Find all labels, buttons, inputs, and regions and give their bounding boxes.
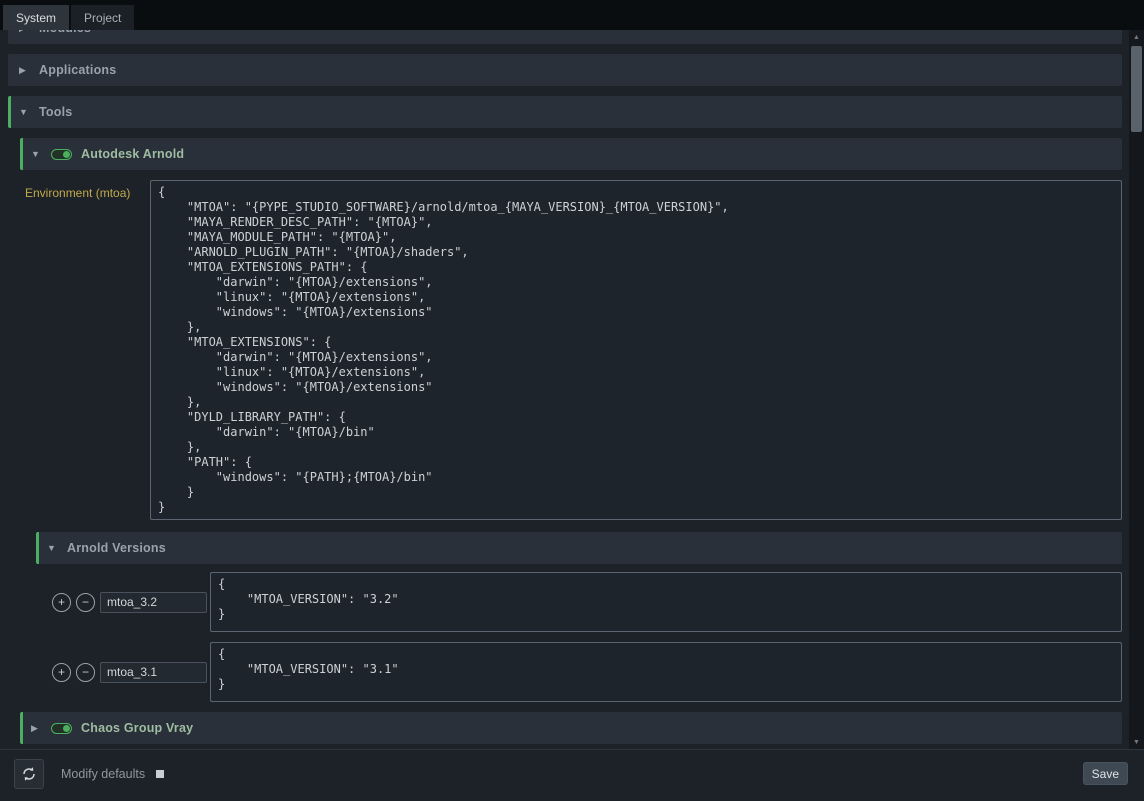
- environment-label: Environment (mtoa): [25, 180, 150, 520]
- group-header-chaos-group-vray[interactable]: ▶ Chaos Group Vray: [20, 712, 1122, 744]
- settings-content: ▶ Modules ▶ Applications ▼ Tools ▼ Autod…: [8, 30, 1122, 749]
- enabled-toggle-icon[interactable]: [51, 723, 72, 734]
- version-name-input[interactable]: [100, 592, 207, 613]
- tab-project[interactable]: Project: [71, 5, 134, 30]
- footer-bar: Modify defaults Save: [0, 749, 1144, 801]
- subsection-title-arnold-versions: Arnold Versions: [67, 541, 166, 555]
- arnold-versions-block: ▼ Arnold Versions + − { "MTOA_VERSION": …: [36, 532, 1122, 702]
- tab-system[interactable]: System: [3, 5, 69, 30]
- section-title-tools: Tools: [39, 105, 72, 119]
- settings-window: System Project ▶ Modules ▶ Applications …: [0, 0, 1144, 801]
- add-version-button[interactable]: +: [52, 593, 71, 612]
- section-header-modules[interactable]: ▶ Modules: [8, 30, 1122, 44]
- version-row-controls: + −: [36, 662, 207, 683]
- collapsed-arrow-icon: ▶: [19, 30, 30, 34]
- main-tab-bar: System Project: [0, 0, 1144, 30]
- vertical-scrollbar[interactable]: ▲ ▼: [1129, 30, 1144, 749]
- section-header-applications[interactable]: ▶ Applications: [8, 54, 1122, 86]
- group-header-autodesk-arnold[interactable]: ▼ Autodesk Arnold: [20, 138, 1122, 170]
- modify-defaults-checkbox[interactable]: [156, 770, 164, 778]
- version-value-textarea[interactable]: { "MTOA_VERSION": "3.1" }: [210, 642, 1122, 702]
- section-header-tools[interactable]: ▼ Tools: [8, 96, 1122, 128]
- version-row: + − { "MTOA_VERSION": "3.1" }: [36, 642, 1122, 702]
- group-title-chaos-group-vray: Chaos Group Vray: [81, 721, 193, 735]
- expanded-arrow-icon: ▼: [31, 149, 42, 159]
- expanded-arrow-icon: ▼: [19, 107, 30, 117]
- version-value-textarea[interactable]: { "MTOA_VERSION": "3.2" }: [210, 572, 1122, 632]
- refresh-button[interactable]: [14, 759, 44, 789]
- section-title-modules: Modules: [39, 30, 91, 35]
- environment-json-textarea[interactable]: { "MTOA": "{PYPE_STUDIO_SOFTWARE}/arnold…: [150, 180, 1122, 520]
- group-title-autodesk-arnold: Autodesk Arnold: [81, 147, 184, 161]
- enabled-toggle-icon[interactable]: [51, 149, 72, 160]
- toggle-knob: [63, 725, 70, 732]
- section-title-applications: Applications: [39, 63, 116, 77]
- version-row: + − { "MTOA_VERSION": "3.2" }: [36, 572, 1122, 632]
- refresh-icon: [21, 766, 37, 782]
- expanded-arrow-icon: ▼: [47, 543, 58, 553]
- version-row-controls: + −: [36, 592, 207, 613]
- scrollbar-thumb[interactable]: [1131, 46, 1142, 132]
- settings-scroll-area: ▶ Modules ▶ Applications ▼ Tools ▼ Autod…: [0, 30, 1144, 749]
- modify-defaults-label: Modify defaults: [61, 767, 145, 781]
- version-name-input[interactable]: [100, 662, 207, 683]
- remove-version-button[interactable]: −: [76, 663, 95, 682]
- scroll-up-button[interactable]: ▲: [1129, 30, 1144, 44]
- collapsed-arrow-icon: ▶: [31, 723, 42, 734]
- scroll-down-button[interactable]: ▼: [1129, 735, 1144, 749]
- subsection-header-arnold-versions[interactable]: ▼ Arnold Versions: [36, 532, 1122, 564]
- tools-section-content: ▼ Autodesk Arnold Environment (mtoa) { "…: [20, 138, 1122, 744]
- environment-row: Environment (mtoa) { "MTOA": "{PYPE_STUD…: [25, 180, 1122, 520]
- toggle-knob: [63, 151, 70, 158]
- add-version-button[interactable]: +: [52, 663, 71, 682]
- save-button[interactable]: Save: [1083, 762, 1128, 785]
- remove-version-button[interactable]: −: [76, 593, 95, 612]
- collapsed-arrow-icon: ▶: [19, 65, 30, 76]
